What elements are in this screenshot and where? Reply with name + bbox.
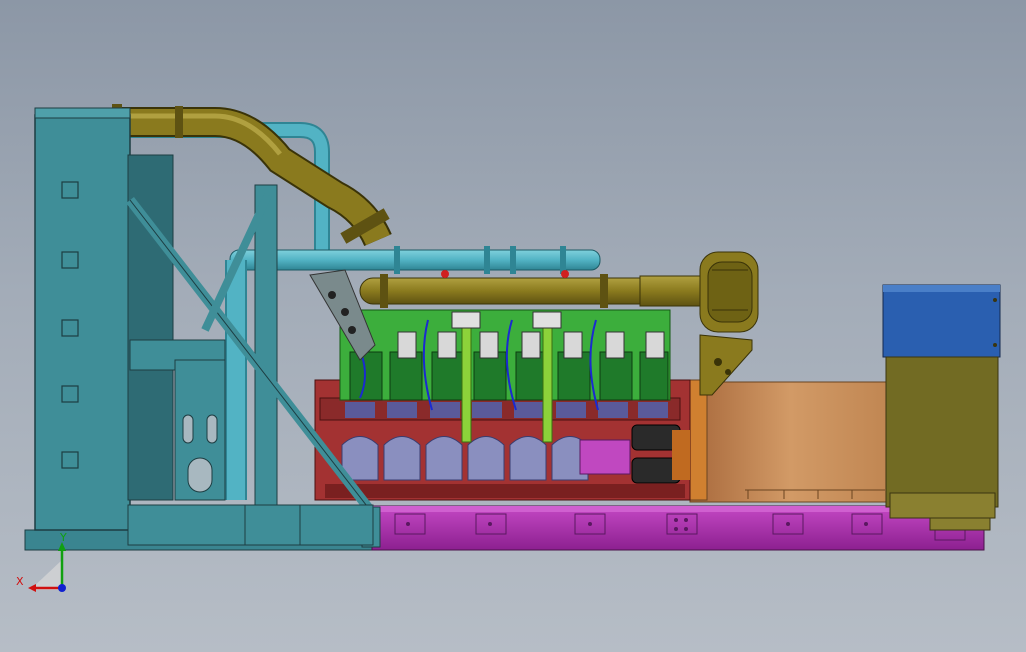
turbocharger[interactable] [699,251,759,396]
exhaust-pipe-lower[interactable] [359,274,701,308]
alternator[interactable] [671,379,891,503]
axis-x-label: X [16,575,24,588]
z-axis-dot [58,584,66,592]
axis-y-label: Y [60,531,67,544]
cad-viewport[interactable]: X Y [0,0,1026,652]
control-box[interactable] [882,284,1001,531]
generator-model[interactable] [0,0,1026,652]
